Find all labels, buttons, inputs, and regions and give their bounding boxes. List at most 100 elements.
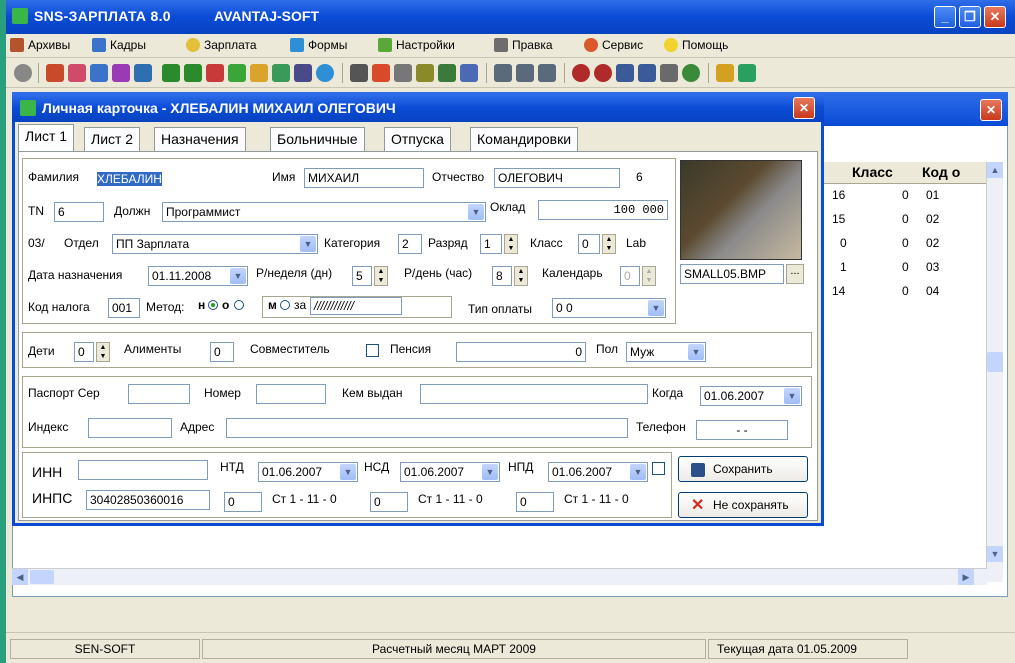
scroll-left-icon[interactable]: ◀	[12, 569, 28, 585]
hire-date-select[interactable]: 01.11.2008 ▼	[148, 266, 248, 286]
no-save-button[interactable]: ✕ Не сохранять	[678, 492, 808, 518]
grid-header-code[interactable]: Код о	[922, 164, 960, 180]
grid-cell[interactable]: 14	[832, 284, 845, 298]
grid-cell[interactable]: 01	[926, 188, 939, 202]
method-m-radio[interactable]	[280, 300, 290, 310]
children-input[interactable]: 0	[74, 342, 94, 362]
photo-browse-button[interactable]: ...	[786, 264, 804, 284]
patronymic-input[interactable]: ОЛЕГОВИЧ	[494, 168, 620, 188]
phone-input[interactable]: - -	[696, 420, 788, 440]
menu-service[interactable]: Сервис	[584, 38, 643, 52]
grid-cell[interactable]: 16	[832, 188, 845, 202]
calc-tool-icon[interactable]	[350, 64, 368, 82]
grid-cell[interactable]: 1	[840, 260, 847, 274]
category-input[interactable]: 2	[398, 234, 422, 254]
salary-input[interactable]: 100 000	[538, 200, 668, 220]
index-input[interactable]	[88, 418, 172, 438]
photo-file-input[interactable]: SMALL05.BMP	[680, 264, 784, 284]
graph-tool-icon[interactable]	[416, 64, 434, 82]
passport-number-input[interactable]	[256, 384, 326, 404]
report2-tool-icon[interactable]	[516, 64, 534, 82]
hours-day-spinner[interactable]: ▲ ▼	[514, 266, 528, 286]
position-select[interactable]: Программист ▼	[162, 202, 486, 222]
scroll-right-icon[interactable]: ▶	[958, 569, 974, 585]
scroll-up-icon[interactable]: ▲	[987, 162, 1003, 178]
tn-input[interactable]: 6	[54, 202, 104, 222]
npd-checkbox[interactable]	[652, 462, 665, 475]
grid-header-class[interactable]: Класс	[852, 164, 893, 180]
people-tool-icon[interactable]	[68, 64, 86, 82]
refresh-tool-icon[interactable]	[316, 64, 334, 82]
save-button[interactable]: Сохранить	[678, 456, 808, 482]
disk1-tool-icon[interactable]	[572, 64, 590, 82]
grade-input[interactable]: 1	[480, 234, 502, 254]
tab-assignments[interactable]: Назначения	[154, 127, 246, 151]
menu-help[interactable]: Помощь	[664, 38, 728, 52]
gender-select[interactable]: Муж ▼	[626, 342, 706, 362]
method-n-option[interactable]: н	[198, 298, 205, 312]
employee-list-close-button[interactable]: ✕	[980, 99, 1002, 121]
grid-cell[interactable]: 0	[902, 260, 909, 274]
address-input[interactable]	[226, 418, 628, 438]
find-next-tool-icon[interactable]	[184, 64, 202, 82]
days-week-spinner[interactable]: ▲ ▼	[374, 266, 388, 286]
minimize-button[interactable]: _	[934, 6, 956, 28]
scroll-down-icon[interactable]: ▼	[987, 546, 1003, 562]
method-n-radio[interactable]	[208, 300, 218, 310]
menu-edit[interactable]: Правка	[494, 38, 553, 52]
menu-salary[interactable]: Зарплата	[186, 38, 257, 52]
ntd-select[interactable]: 01.06.2007 ▼	[258, 462, 358, 482]
list-tool-icon[interactable]	[112, 64, 130, 82]
tab-business-trips[interactable]: Командировки	[470, 127, 579, 151]
tab-sick-leave[interactable]: Больничные	[270, 127, 365, 151]
grid-cell[interactable]: 0	[902, 212, 909, 226]
lastname-input[interactable]: ХЛЕБАЛИН	[94, 168, 266, 188]
inn-input[interactable]	[78, 460, 208, 480]
dept-select[interactable]: ПП Зарплата ▼	[112, 234, 318, 254]
class-input[interactable]: 0	[578, 234, 600, 254]
doc-tool-icon[interactable]	[294, 64, 312, 82]
menu-settings[interactable]: Настройки	[378, 38, 455, 52]
scroll-thumb[interactable]	[987, 352, 1003, 372]
parttime-checkbox[interactable]	[366, 344, 379, 357]
hours-day-input[interactable]: 8	[492, 266, 512, 286]
tools-tool-icon[interactable]	[716, 64, 734, 82]
clock-tool-icon[interactable]	[660, 64, 678, 82]
st1-input[interactable]: 0	[224, 492, 262, 512]
issue-date-select[interactable]: 01.06.2007 ▼	[700, 386, 802, 406]
tab-vacation[interactable]: Отпуска	[384, 127, 451, 151]
method-m-option[interactable]: м	[268, 298, 277, 312]
st3-input[interactable]: 0	[516, 492, 554, 512]
passport-series-input[interactable]	[128, 384, 190, 404]
tax-code-input[interactable]: 001	[108, 298, 140, 318]
method-o-radio[interactable]	[234, 300, 244, 310]
sort-tool-icon[interactable]	[134, 64, 152, 82]
nsd-select[interactable]: 01.06.2007 ▼	[400, 462, 500, 482]
cut-tool-icon[interactable]	[250, 64, 268, 82]
disk2-tool-icon[interactable]	[594, 64, 612, 82]
bars-tool-icon[interactable]	[438, 64, 456, 82]
grid-cell[interactable]: 0	[840, 236, 847, 250]
report3-tool-icon[interactable]	[538, 64, 556, 82]
gear-icon[interactable]	[14, 64, 32, 82]
vertical-scrollbar[interactable]: ▲ ▼	[986, 162, 1003, 582]
grid-cell[interactable]: 04	[926, 284, 939, 298]
filter-off-tool-icon[interactable]	[228, 64, 246, 82]
card-tool-icon[interactable]	[90, 64, 108, 82]
grid-cell[interactable]: 03	[926, 260, 939, 274]
dialog-close-button[interactable]: ✕	[793, 97, 815, 119]
restore-button[interactable]: ❐	[959, 6, 981, 28]
close-button[interactable]: ✕	[984, 6, 1006, 28]
days-week-input[interactable]: 5	[352, 266, 372, 286]
chart-tool-icon[interactable]	[372, 64, 390, 82]
copy-tool-icon[interactable]	[616, 64, 634, 82]
alimony-input[interactable]: 0	[210, 342, 234, 362]
calendar-input[interactable]: 0	[620, 266, 640, 286]
window-tool-icon[interactable]	[460, 64, 478, 82]
menu-forms[interactable]: Формы	[290, 38, 347, 52]
report1-tool-icon[interactable]	[494, 64, 512, 82]
pension-input[interactable]: 0	[456, 342, 586, 362]
npd-select[interactable]: 01.06.2007 ▼	[548, 462, 648, 482]
grid-cell[interactable]: 0	[902, 236, 909, 250]
issued-by-input[interactable]	[420, 384, 648, 404]
